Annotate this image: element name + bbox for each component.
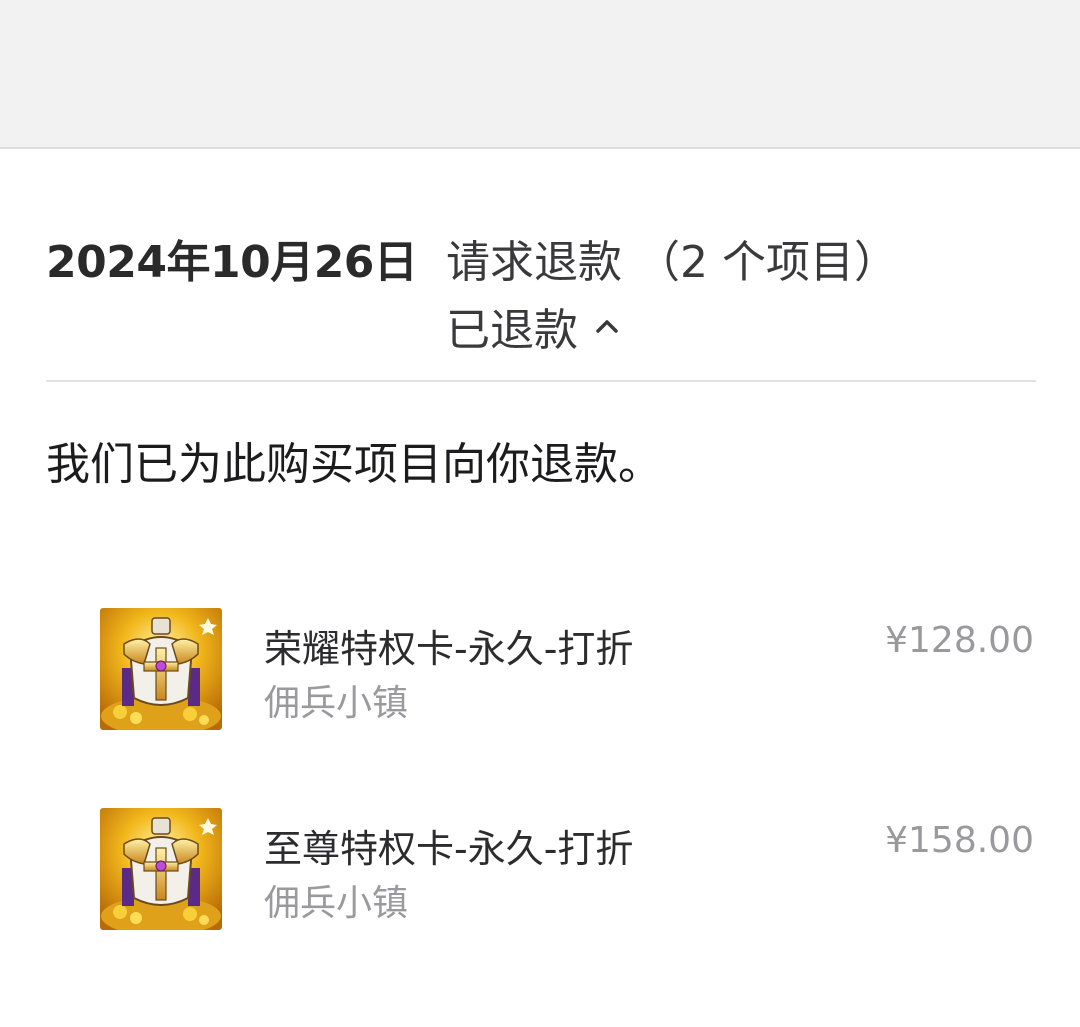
purchase-item[interactable]: 至尊特权卡-永久-打折 佣兵小镇 ¥158.00 — [0, 800, 1080, 1000]
order-header: 2024年10月26日 请求退款 （2 个项目） 已退款 — [46, 222, 1036, 362]
order-date: 2024年10月26日 — [46, 237, 418, 288]
game-armor-icon — [100, 608, 222, 730]
item-app-name: 佣兵小镇 — [264, 683, 409, 724]
top-bar — [0, 0, 1080, 149]
item-app-name: 佣兵小镇 — [264, 883, 409, 924]
refund-status-toggle[interactable]: 已退款 — [446, 294, 624, 358]
refund-status-label: 已退款 — [446, 305, 578, 356]
request-refund-link[interactable]: 请求退款 （2 个项目） — [446, 226, 898, 290]
chevron-up-icon — [590, 309, 624, 343]
refund-message: 我们已为此购买项目向你退款。 — [46, 439, 662, 490]
purchase-item-list: 荣耀特权卡-永久-打折 佣兵小镇 ¥128.00 至尊特权卡-永久-打折 佣兵小… — [0, 600, 1080, 1000]
divider — [46, 380, 1036, 382]
item-price: ¥158.00 — [885, 820, 1034, 861]
game-armor-icon — [100, 808, 222, 930]
item-name: 至尊特权卡-永久-打折 — [264, 827, 634, 871]
purchase-item[interactable]: 荣耀特权卡-永久-打折 佣兵小镇 ¥128.00 — [0, 600, 1080, 800]
item-price: ¥128.00 — [885, 620, 1034, 661]
item-name: 荣耀特权卡-永久-打折 — [264, 627, 634, 671]
